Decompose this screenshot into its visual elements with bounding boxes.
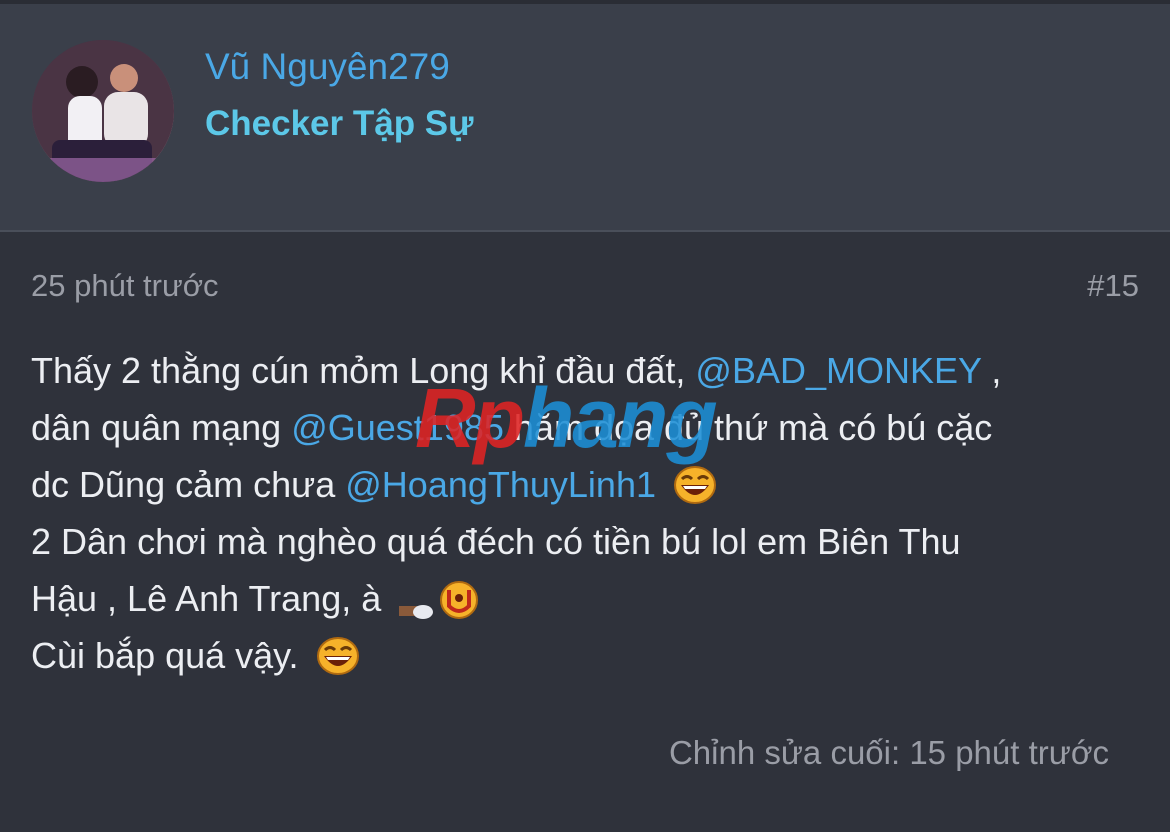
post-number-link[interactable]: #15 <box>1087 268 1139 304</box>
watermark-logo: Rphang <box>415 370 718 467</box>
mention-bad-monkey[interactable]: @BAD_MONKEY <box>695 350 981 391</box>
avatar-photo-icon <box>32 40 174 182</box>
laughing-emoji-icon <box>315 635 361 676</box>
post-text: 2 Dân chơi mà nghèo quá đéch có tiền bú … <box>31 521 961 562</box>
watermark-part-blue: hang <box>522 371 718 465</box>
laughing-emoji-icon <box>672 464 718 505</box>
avatar[interactable] <box>32 40 174 182</box>
post-author-header: Vũ Nguyên279 Checker Tập Sự <box>0 0 1170 232</box>
username-link[interactable]: Vũ Nguyên279 <box>205 46 450 88</box>
user-title: Checker Tập Sự <box>205 104 474 143</box>
post-text: Hậu , Lê Anh Trang, à <box>31 578 392 619</box>
post-line: Hậu , Lê Anh Trang, à <box>31 570 1151 627</box>
post-text: dân quân mạng <box>31 407 292 448</box>
toilet-emoji-icon <box>397 578 483 620</box>
mention-hoangthuylinh1[interactable]: @HoangThuyLinh1 <box>345 464 656 505</box>
post-line: Cùi bắp quá vậy. <box>31 627 1151 684</box>
post-timestamp[interactable]: 25 phút trước <box>31 268 219 304</box>
last-edited-note: Chỉnh sửa cuối: 15 phút trước <box>668 734 1109 771</box>
post-text: dc Dũng cảm chưa <box>31 464 346 505</box>
post-line: 2 Dân chơi mà nghèo quá đéch có tiền bú … <box>31 513 1151 570</box>
watermark-part-red: Rp <box>415 371 525 465</box>
post-text: , <box>981 350 1002 391</box>
post-text: Cùi bắp quá vậy. <box>31 635 309 676</box>
